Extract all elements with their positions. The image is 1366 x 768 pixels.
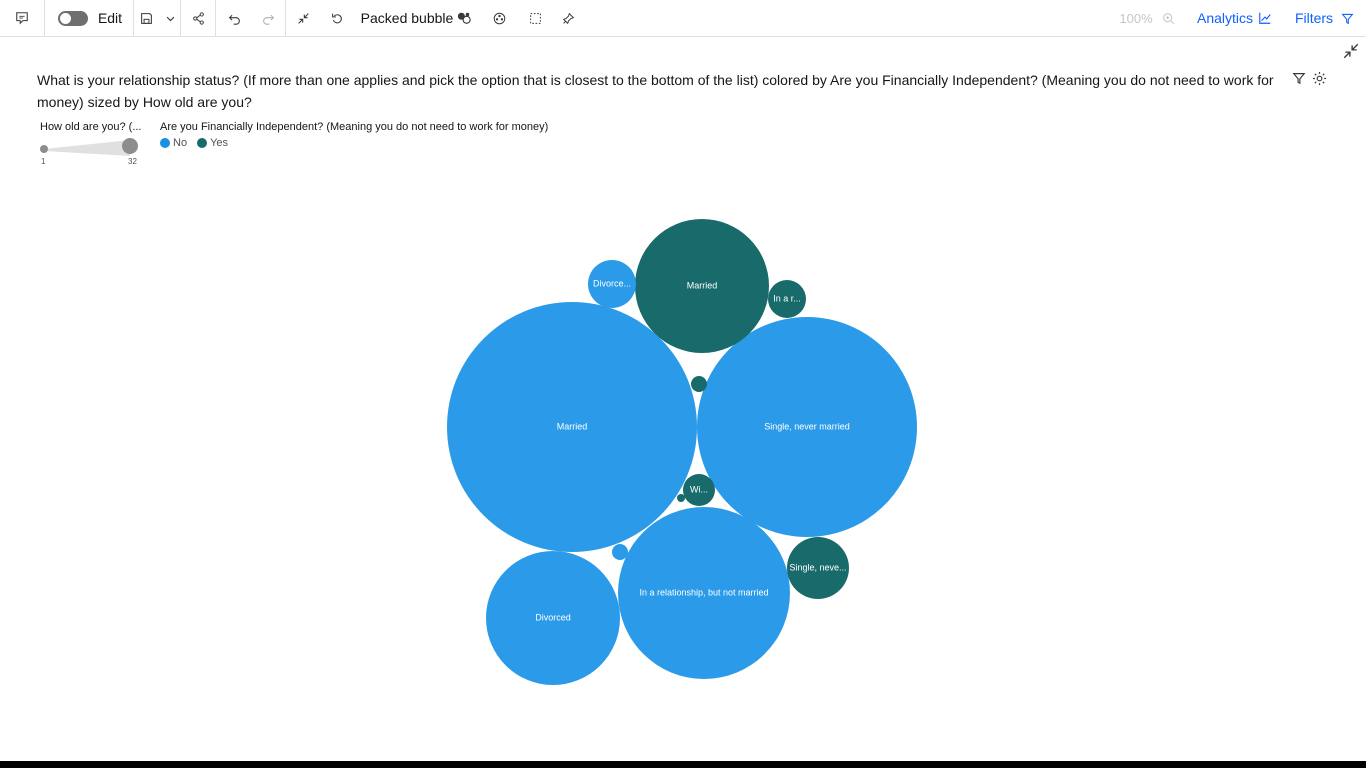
bubble-single-neve-yes[interactable]: Single, neve... — [787, 537, 849, 599]
bubble-circle[interactable] — [612, 544, 628, 560]
bubble-in-a-r-yes[interactable]: In a r... — [768, 280, 806, 318]
bubble-divorce-no[interactable]: Divorce... — [588, 260, 636, 308]
bubble-unlabeled-yes[interactable] — [691, 376, 707, 392]
share-icon[interactable] — [187, 0, 209, 36]
bubble-label: Divorce... — [593, 278, 631, 288]
refresh-icon[interactable] — [326, 0, 348, 36]
bubble-divorced-no[interactable]: Divorced — [486, 551, 620, 685]
edit-label: Edit — [97, 10, 123, 26]
bubble-married-yes[interactable]: Married — [635, 219, 769, 353]
bubble-unlabeled-yes[interactable] — [677, 494, 685, 502]
bottom-bar — [0, 761, 1366, 768]
undo-icon[interactable] — [223, 0, 245, 36]
analytics-button[interactable]: Analytics — [1196, 0, 1254, 36]
size-legend-label: How old are you? (... — [40, 121, 142, 133]
bubble-label: In a r... — [773, 293, 801, 303]
filter-icon[interactable] — [1292, 71, 1306, 91]
minimize-icon[interactable] — [1342, 42, 1360, 60]
legend-item-label: No — [173, 137, 188, 149]
legend-item-yes[interactable]: Yes — [197, 137, 228, 149]
bubble-label: Married — [557, 421, 588, 431]
zoom-level: 100% — [1119, 10, 1153, 26]
packed-bubble-chart: Married Single, never married In a relatio… — [447, 219, 917, 685]
comment-icon[interactable] — [8, 0, 36, 36]
bubble-unlabeled-no[interactable] — [612, 544, 628, 560]
size-legend-max: 32 — [128, 157, 137, 166]
legend-swatch-yes — [197, 138, 208, 148]
viz-type-label[interactable]: Packed bubble — [360, 0, 454, 36]
bubble-circle[interactable] — [677, 494, 685, 502]
bubble-chart-icon[interactable] — [454, 0, 474, 36]
bubble-in-a-relationship-but-not-married-no[interactable]: In a relationship, but not married — [618, 507, 790, 679]
legend-swatch-no — [160, 138, 170, 148]
title-actions — [1292, 71, 1327, 91]
bubble-label: Single, neve... — [789, 562, 846, 572]
bubble-label: In a relationship, but not married — [639, 587, 768, 597]
bubble-label: Single, never married — [764, 421, 850, 431]
size-legend-min: 1 — [41, 157, 46, 166]
filter-icon[interactable] — [1338, 0, 1356, 36]
pin-icon[interactable] — [557, 0, 579, 36]
legend-item-label: Yes — [210, 137, 229, 149]
analytics-icon[interactable] — [1256, 0, 1274, 36]
select-area-icon[interactable] — [524, 0, 546, 36]
bubble-label: Wi... — [690, 484, 708, 494]
bubble-label: Divorced — [535, 612, 571, 622]
chart-title: What is your relationship status? (If mo… — [37, 72, 1274, 110]
palette-icon[interactable] — [488, 0, 510, 36]
color-legend: No Yes — [160, 137, 228, 149]
bubble-circle[interactable] — [691, 376, 707, 392]
filters-button[interactable]: Filters — [1292, 0, 1336, 36]
edit-toggle[interactable] — [56, 0, 90, 36]
collapse-icon[interactable] — [292, 0, 314, 36]
bubble-single-never-married-no[interactable]: Single, never married — [697, 317, 917, 537]
settings-icon[interactable] — [1312, 71, 1327, 91]
color-legend-label: Are you Financially Independent? (Meanin… — [160, 121, 549, 133]
bubble-married-no[interactable]: Married — [447, 302, 697, 552]
redo-icon[interactable] — [257, 0, 279, 36]
bubble-label: Married — [687, 280, 718, 290]
chevron-down-icon[interactable] — [160, 0, 180, 36]
toolbar: Edit Packed bubble 100% Analytics Filter… — [0, 0, 1366, 37]
zoom-in-icon — [1158, 0, 1178, 36]
legend-item-no[interactable]: No — [160, 137, 187, 149]
save-icon[interactable] — [136, 0, 156, 36]
bubble-wi-yes[interactable]: Wi... — [683, 474, 715, 506]
